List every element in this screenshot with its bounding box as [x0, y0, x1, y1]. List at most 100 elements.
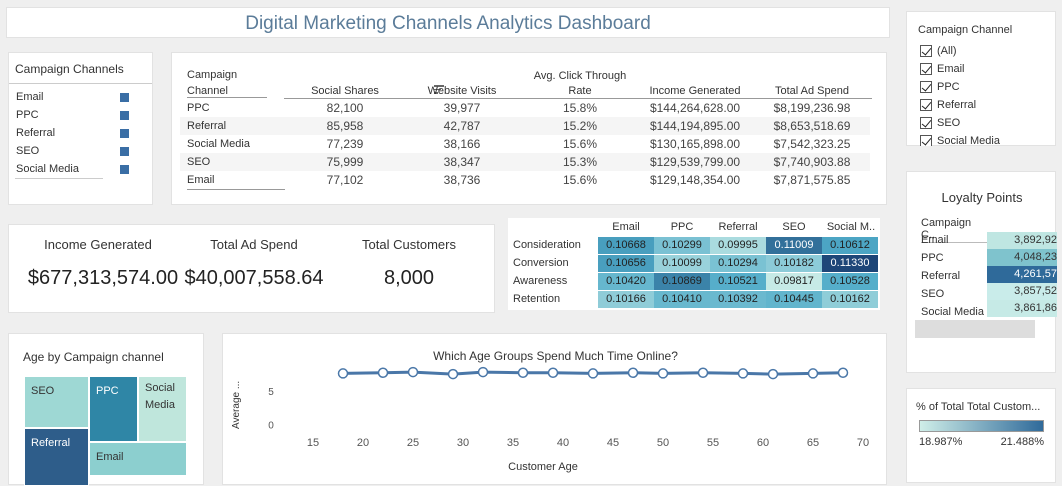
filter-option-referral[interactable]: Referral	[920, 96, 1050, 114]
filter-option-email[interactable]: Email	[920, 60, 1050, 78]
kpi-customers-label: Total Customers	[362, 237, 456, 252]
checkbox-icon[interactable]	[920, 63, 932, 75]
x-tick-label: 25	[407, 437, 419, 449]
legend-swatch	[120, 111, 129, 120]
filter-option-all[interactable]: (All)	[920, 42, 1050, 60]
treemap-label: Media	[145, 399, 175, 411]
cell-income: $130,165,898.00	[649, 137, 741, 151]
channel-metrics-table: Campaign Channel Social Shares Website V…	[171, 52, 887, 205]
gradient-high-label: 21.488%	[1000, 436, 1044, 448]
x-tick-label: 40	[557, 437, 569, 449]
data-point[interactable]	[587, 368, 599, 379]
treemap-cell-ppc[interactable]: PPC	[89, 376, 138, 442]
channel-legend: Campaign Channels Email PPC Referral SEO…	[8, 52, 153, 205]
table-row: Email 77,102 38,736 15.6% $129,148,354.0…	[180, 171, 870, 189]
treemap-cell-email[interactable]: Email	[89, 442, 187, 476]
y-tick-label: 5	[268, 387, 274, 398]
filter-list[interactable]: (All) Email PPC Referral SEO Social Medi…	[920, 42, 1050, 146]
checkbox-icon[interactable]	[920, 135, 932, 146]
data-point[interactable]	[477, 366, 489, 378]
treemap-cell-referral[interactable]: Referral	[24, 428, 89, 486]
loyalty-points-panel: Loyalty Points Campaign C.. Email 3,892,…	[906, 171, 1057, 373]
data-point[interactable]	[447, 368, 459, 380]
checkbox-icon[interactable]	[920, 45, 932, 57]
data-point[interactable]	[657, 368, 669, 379]
kpi-customers-value: 8,000	[383, 267, 435, 289]
data-point[interactable]	[377, 367, 389, 378]
table-row: PPC 82,100 39,977 15.8% $144,264,628.00 …	[180, 99, 870, 117]
data-point[interactable]	[837, 367, 849, 378]
col-header-spend: Total Ad Spend	[774, 85, 849, 97]
x-tick-label: 55	[707, 437, 719, 449]
treemap-cell-social-media[interactable]: Social Media	[138, 376, 187, 442]
x-tick-label: 60	[757, 437, 769, 449]
heatmap-cell: 0.09995	[710, 237, 766, 254]
stage-channel-heatmap: Email PPC Referral SEO Social M.. Consid…	[508, 218, 880, 310]
legend-item-seo[interactable]: SEO	[9, 142, 152, 160]
legend-item-ppc[interactable]: PPC	[9, 106, 152, 124]
line-chart-xlabel: Customer Age	[508, 461, 578, 473]
dashboard-title: Digital Marketing Channels Analytics Das…	[245, 13, 651, 34]
loyalty-row-name: Referral	[921, 270, 961, 282]
loyalty-row-value: 3,857,52	[987, 283, 1057, 300]
table-row: Social Media 77,239 38,166 15.6% $130,16…	[180, 135, 870, 153]
heatmap-row-header: Awareness	[513, 275, 568, 287]
checkbox-icon[interactable]	[920, 81, 932, 93]
cell-spend: $7,542,323.25	[773, 137, 851, 151]
data-point[interactable]	[407, 366, 419, 378]
heatmap-col-header: Social M..	[826, 221, 876, 233]
data-point[interactable]	[697, 367, 709, 378]
data-point[interactable]	[547, 367, 559, 378]
treemap-label: PPC	[96, 385, 119, 397]
gradient-bar	[919, 420, 1044, 432]
loyalty-row-value: 3,861,86	[987, 300, 1057, 317]
legend-swatch	[120, 93, 129, 102]
treemap-label: Referral	[31, 437, 71, 449]
data-point[interactable]	[627, 367, 639, 378]
loyalty-row-name: SEO	[921, 288, 945, 300]
kpi-income-label: Income Generated	[44, 237, 152, 252]
col-header-income: Income Generated	[649, 85, 741, 97]
legend-item-email[interactable]: Email	[9, 88, 152, 106]
data-point[interactable]	[807, 368, 819, 379]
legend-header: Campaign Channels	[9, 53, 152, 84]
heatmap-col-header: Referral	[718, 221, 758, 233]
data-point[interactable]	[767, 368, 779, 380]
heatmap-cell: 0.10528	[822, 273, 878, 290]
checkbox-icon[interactable]	[920, 99, 932, 111]
loyalty-row-value: 4,261,57	[987, 266, 1057, 283]
filter-option-seo[interactable]: SEO	[920, 114, 1050, 132]
cell-ctr: 15.8%	[562, 101, 598, 115]
legend-item-social-media[interactable]: Social Media	[9, 160, 152, 178]
heatmap-cell: 0.10656	[598, 255, 654, 272]
data-point[interactable]	[337, 368, 349, 379]
loyalty-row-name: PPC	[921, 252, 944, 264]
cell-ctr: 15.6%	[562, 173, 598, 187]
data-point[interactable]	[737, 368, 749, 379]
filter-title: Campaign Channel	[918, 24, 1013, 36]
heatmap-cell: 0.10392	[710, 291, 766, 308]
checkbox-icon[interactable]	[920, 117, 932, 129]
loyalty-row-name: Email	[921, 234, 949, 246]
heatmap-cell: 0.10299	[654, 237, 710, 254]
heatmap-row-header: Consideration	[513, 239, 581, 251]
treemap-cell-seo[interactable]: SEO	[24, 376, 89, 428]
data-point[interactable]	[517, 367, 529, 378]
legend-item-referral[interactable]: Referral	[9, 124, 152, 142]
cell-income: $144,194,895.00	[649, 119, 741, 133]
filter-option-social-media[interactable]: Social Media	[920, 132, 1050, 146]
legend-swatch	[120, 129, 129, 138]
col-header-visits: Website Visits	[427, 85, 497, 97]
age-treemap: Age by Campaign channel SEO PPC Social Me…	[8, 333, 204, 486]
gradient-low-label: 18.987%	[919, 436, 963, 448]
filter-option-label: SEO	[937, 117, 961, 129]
filter-option-ppc[interactable]: PPC	[920, 78, 1050, 96]
horizontal-scrollbar[interactable]	[915, 320, 1035, 338]
cell-shares: 82,100	[326, 101, 364, 115]
cell-visits: 42,787	[443, 119, 481, 133]
kpi-panel: Income Generated $677,313,574.00 Total A…	[8, 224, 495, 313]
heatmap-row-header: Conversion	[513, 257, 569, 269]
row-channel: Email	[187, 174, 215, 186]
treemap-label: SEO	[31, 385, 55, 397]
cell-visits: 38,347	[443, 155, 481, 169]
